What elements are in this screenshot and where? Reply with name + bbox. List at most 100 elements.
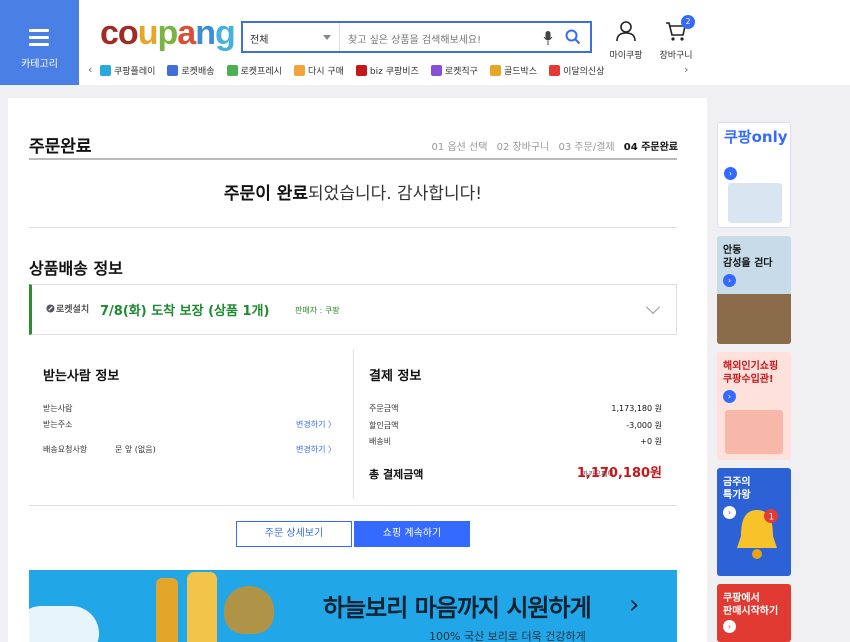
quick-link-icon [167, 65, 179, 76]
quick-link-item[interactable]: 골드박스 [489, 64, 537, 77]
banner-title: 하늘보리 마음까지 시원하게 [323, 594, 592, 622]
payment-heading: 결제 정보 [369, 369, 422, 384]
rail-banner-andong[interactable]: 안동 감성을 걷다 › [717, 236, 791, 344]
search-category-value: 전체 [250, 35, 269, 46]
search-category-select[interactable]: 전체 [243, 23, 340, 51]
arrow-right-icon: › [723, 390, 736, 403]
rail-banner-coupang-only[interactable]: 쿠팡only › [717, 122, 791, 228]
mycoupang-button[interactable]: 마이쿠팡 [601, 20, 651, 61]
logo-letter: o [117, 14, 139, 52]
category-label: 카테고리 [21, 59, 58, 70]
cloud-graphic [29, 606, 99, 642]
banner-next-icon[interactable]: › [629, 590, 639, 620]
page-title: 주문완료 [29, 137, 92, 157]
delivery-section-title: 상품배송 정보 [29, 259, 123, 278]
arrow-right-icon: › [724, 167, 737, 180]
complete-message: 주문이 완료되었습니다. 감사합니다! [29, 160, 677, 228]
search-input[interactable]: 찾고 싶은 상품을 검색해보세요! [348, 31, 481, 46]
chevron-down-icon[interactable] [645, 299, 661, 315]
request-value: 문 앞 (없음) [115, 445, 156, 454]
rail-title: 금주의 특가왕 [723, 477, 751, 501]
user-icon [616, 21, 636, 42]
total-value: 1,170,180원 [576, 466, 662, 481]
cart-button[interactable]: 2 장바구니 [651, 15, 701, 61]
quick-link-icon [549, 65, 561, 76]
scenery-image [717, 294, 791, 344]
logo-letter: g [214, 14, 236, 52]
order-steps: 01 옵션 선택 02 장바구니 03 주문/결제 04 주문완료 [426, 138, 678, 153]
quick-link-label: 로켓프레시 [240, 67, 282, 77]
change-address-link[interactable]: 변경하기 〉 [296, 419, 336, 430]
quick-link-icon [100, 65, 111, 76]
rail-title: 쿠팡only [724, 128, 788, 146]
quick-link-item[interactable]: biz 쿠팡비즈 [355, 64, 419, 77]
mycoupang-label: 마이쿠팡 [609, 51, 643, 61]
category-button[interactable]: 카테고리 [0, 0, 79, 85]
rocket-install-text: 로켓설치 [56, 305, 90, 315]
order-amount-value: 1,173,180 원 [611, 404, 662, 413]
tea-bottle-image [187, 572, 217, 642]
quick-link-item[interactable]: 다시 구매 [293, 64, 344, 77]
info-bottom-divider [29, 505, 677, 506]
chevron-right-icon[interactable]: › [684, 63, 688, 76]
quick-link-list: 쿠팡플레이 로켓배송 로켓프레시 다시 구매 biz 쿠팡비즈 로켓직구 골드박스 이달의신상 [100, 64, 617, 77]
order-complete-panel: 주문완료 01 옵션 선택 02 장바구니 03 주문/결제 04 주문완료 주… [8, 98, 707, 642]
complete-strong: 주문이 완료 [223, 184, 309, 204]
receiver-heading: 받는사람 정보 [43, 369, 120, 384]
product-image [728, 183, 782, 223]
logo-letter: n [195, 14, 216, 52]
receiver-name-label: 받는사람 [43, 404, 73, 413]
delivery-card[interactable]: 로켓설치 7/8(화) 도착 보장 (상품 1개) 판매자 : 쿠팡 [29, 284, 677, 335]
barley-image [224, 586, 274, 634]
search-icon[interactable] [565, 29, 581, 45]
chevron-left-icon[interactable]: ‹ [88, 63, 92, 76]
quick-link-item[interactable]: 쿠팡플레이 [100, 64, 155, 77]
shipping-value: +0 원 [640, 437, 662, 446]
top-header: 카테고리 coupang 전체 찾고 싶은 상품을 검색해보세요! 마이쿠팡 2… [0, 0, 850, 85]
rail-banner-weekly-deal[interactable]: 금주의 특가왕 › 1 [717, 468, 791, 576]
delivery-date: 7/8(화) 도착 보장 (상품 1개) [100, 304, 270, 319]
order-info-grid: 받는사람 정보 받는사람 받는주소 변경하기 〉 배송요청사항 문 앞 (없음)… [29, 348, 677, 506]
discount-value: -3,000 원 [626, 421, 662, 430]
quick-link-bar: ‹ 쿠팡플레이 로켓배송 로켓프레시 다시 구매 biz 쿠팡비즈 로켓직구 골드박스 이달의… [88, 62, 694, 80]
logo-letter: c [100, 14, 119, 52]
coupang-logo[interactable]: coupang [100, 14, 236, 53]
hamburger-icon [29, 29, 49, 50]
rail-banner-import[interactable]: 해외인기쇼핑 쿠팡수입관! › [717, 352, 791, 460]
quick-link-icon [355, 65, 367, 76]
arrow-right-icon: › [723, 274, 736, 287]
quick-link-label: biz 쿠팡비즈 [369, 67, 419, 77]
rocket-install-icon [46, 304, 55, 313]
column-divider [353, 350, 354, 498]
arrow-right-icon: › [723, 620, 736, 633]
quick-link-item[interactable]: 로켓배송 [167, 64, 215, 77]
order-detail-button[interactable]: 주문 상세보기 [236, 521, 352, 547]
quick-link-item[interactable]: 로켓프레시 [226, 64, 282, 77]
shipping-label: 배송비 [369, 437, 392, 446]
complete-rest: 되었습니다. 감사합니다! [308, 184, 483, 204]
cart-count-badge: 2 [681, 15, 695, 29]
quick-link-item[interactable]: 로켓직구 [430, 64, 478, 77]
quick-link-label: 로켓배송 [181, 67, 215, 77]
quick-link-icon [226, 65, 238, 76]
receiver-address-label: 받는주소 [43, 420, 73, 429]
quick-link-label: 쿠팡플레이 [114, 67, 156, 77]
logo-letter: a [177, 14, 196, 52]
rail-banner-seller[interactable]: 쿠팡에서 판매시작하기 › [717, 584, 791, 642]
promo-banner[interactable]: 하늘보리 마음까지 시원하게 100% 국산 보리로 더욱 건강하게 › [29, 570, 677, 642]
change-request-link[interactable]: 변경하기 〉 [296, 444, 336, 455]
microphone-icon[interactable] [543, 30, 553, 46]
logo-letter: u [137, 14, 159, 52]
quick-link-label: 이달의신상 [563, 67, 605, 77]
quick-link-item[interactable]: 이달의신상 [549, 64, 605, 77]
bell-icon: 1 [737, 509, 778, 559]
rail-title: 해외인기쇼핑 쿠팡수입관! [723, 361, 779, 385]
quick-link-icon [293, 65, 305, 76]
quick-link-label: 로켓직구 [444, 67, 478, 77]
product-image [725, 410, 783, 454]
banner-subtitle: 100% 국산 보리로 더욱 건강하게 [429, 630, 586, 642]
chevron-down-icon [323, 35, 331, 40]
quick-link-icon [430, 65, 442, 76]
continue-shopping-button[interactable]: 쇼핑 계속하기 [354, 521, 470, 547]
request-label: 배송요청사항 [43, 445, 88, 454]
